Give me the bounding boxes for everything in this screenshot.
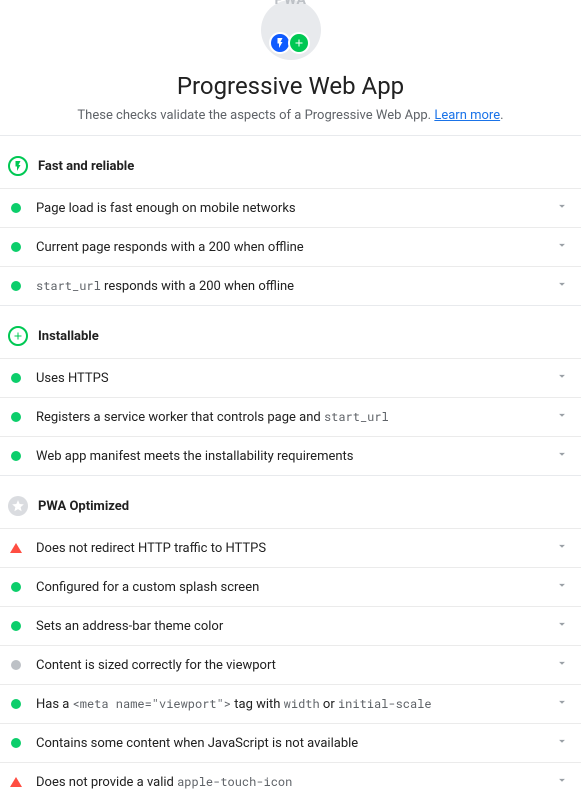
category-title: Fast and reliable [38,159,134,174]
pass-icon [10,581,22,593]
pass-icon [10,620,22,632]
audit-row[interactable]: Has a <meta name="viewport"> tag with wi… [0,684,581,723]
audit-title: Uses HTTPS [36,371,539,386]
pass-icon [10,411,22,423]
fail-icon [10,542,22,554]
category-header-fast: Fast and reliable [0,144,581,188]
audit-title: Page load is fast enough on mobile netwo… [36,201,539,216]
category-header-optimized: PWA Optimized [0,484,581,528]
chevron-down-icon [551,447,573,465]
chevron-down-icon [551,734,573,752]
learn-more-link[interactable]: Learn more [434,108,500,123]
chevron-down-icon [551,408,573,426]
pass-icon [10,450,22,462]
pwa-logo: PWA [261,0,321,60]
audit-row[interactable]: Page load is fast enough on mobile netwo… [0,188,581,227]
audit-row[interactable]: Sets an address-bar theme color [0,606,581,645]
chevron-down-icon [551,773,573,791]
audit-row[interactable]: Uses HTTPS [0,358,581,397]
pass-icon [10,372,22,384]
audit-row[interactable]: Current page responds with a 200 when of… [0,227,581,266]
pass-icon [10,698,22,710]
audit-title: Has a <meta name="viewport"> tag with wi… [36,696,539,712]
pass-icon [10,280,22,292]
audit-row[interactable]: Content is sized correctly for the viewp… [0,645,581,684]
star-icon [8,496,28,516]
audit-title: Content is sized correctly for the viewp… [36,658,539,673]
plus-icon [8,326,28,346]
category-title: PWA Optimized [38,499,129,514]
audit-title: Contains some content when JavaScript is… [36,736,539,751]
audit-title: Registers a service worker that controls… [36,409,539,425]
audit-row[interactable]: Web app manifest meets the installabilit… [0,436,581,475]
chevron-down-icon [551,277,573,295]
audit-row[interactable]: Does not redirect HTTP traffic to HTTPS [0,528,581,567]
pass-icon [10,737,22,749]
pass-icon [10,202,22,214]
category-title: Installable [38,329,99,344]
category-header-installable: Installable [0,314,581,358]
chevron-down-icon [551,238,573,256]
plus-icon [288,32,310,54]
chevron-down-icon [551,695,573,713]
audit-row[interactable]: start_url responds with a 200 when offli… [0,266,581,305]
neutral-icon [10,659,22,671]
chevron-down-icon [551,656,573,674]
audit-title: Current page responds with a 200 when of… [36,240,539,255]
chevron-down-icon [551,369,573,387]
chevron-down-icon [551,578,573,596]
audit-title: start_url responds with a 200 when offli… [36,278,539,294]
chevron-down-icon [551,539,573,557]
audit-title: Does not provide a valid apple-touch-ico… [36,774,539,790]
audit-row[interactable]: Does not provide a valid apple-touch-ico… [0,762,581,801]
fail-icon [10,776,22,788]
page-subtitle: These checks validate the aspects of a P… [24,108,557,123]
chevron-down-icon [551,199,573,217]
audit-title: Configured for a custom splash screen [36,580,539,595]
audit-row[interactable]: Registers a service worker that controls… [0,397,581,436]
page-title: Progressive Web App [24,72,557,100]
audit-title: Web app manifest meets the installabilit… [36,449,539,464]
audit-row[interactable]: Configured for a custom splash screen [0,567,581,606]
pass-icon [10,241,22,253]
audit-row[interactable]: Contains some content when JavaScript is… [0,723,581,762]
audit-title: Sets an address-bar theme color [36,619,539,634]
audit-title: Does not redirect HTTP traffic to HTTPS [36,541,539,556]
chevron-down-icon [551,617,573,635]
pwa-logo-text: PWA [275,0,307,8]
lightning-icon [8,156,28,176]
